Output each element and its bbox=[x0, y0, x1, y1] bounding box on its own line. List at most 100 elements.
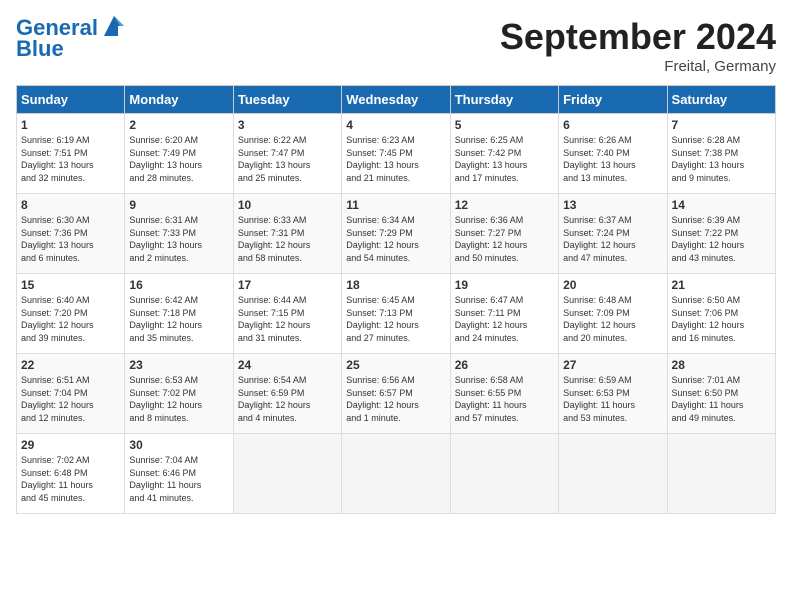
calendar-cell: 18 Sunrise: 6:45 AM Sunset: 7:13 PM Dayli… bbox=[342, 274, 450, 354]
calendar-cell: 27 Sunrise: 6:59 AM Sunset: 6:53 PM Dayli… bbox=[559, 354, 667, 434]
calendar-cell: 11 Sunrise: 6:34 AM Sunset: 7:29 PM Dayli… bbox=[342, 194, 450, 274]
day-number: 19 bbox=[455, 278, 554, 292]
day-info: Sunrise: 6:26 AM Sunset: 7:40 PM Dayligh… bbox=[563, 134, 662, 184]
day-info: Sunrise: 6:40 AM Sunset: 7:20 PM Dayligh… bbox=[21, 294, 120, 344]
calendar-cell: 30 Sunrise: 7:04 AM Sunset: 6:46 PM Dayli… bbox=[125, 434, 233, 514]
calendar-week-4: 22 Sunrise: 6:51 AM Sunset: 7:04 PM Dayli… bbox=[17, 354, 776, 434]
day-number: 10 bbox=[238, 198, 337, 212]
calendar-cell: 19 Sunrise: 6:47 AM Sunset: 7:11 PM Dayli… bbox=[450, 274, 558, 354]
calendar-week-2: 8 Sunrise: 6:30 AM Sunset: 7:36 PM Daylig… bbox=[17, 194, 776, 274]
day-number: 26 bbox=[455, 358, 554, 372]
calendar-cell: 21 Sunrise: 6:50 AM Sunset: 7:06 PM Dayli… bbox=[667, 274, 775, 354]
day-number: 23 bbox=[129, 358, 228, 372]
day-info: Sunrise: 6:51 AM Sunset: 7:04 PM Dayligh… bbox=[21, 374, 120, 424]
day-info: Sunrise: 6:45 AM Sunset: 7:13 PM Dayligh… bbox=[346, 294, 445, 344]
calendar-week-1: 1 Sunrise: 6:19 AM Sunset: 7:51 PM Daylig… bbox=[17, 114, 776, 194]
day-number: 9 bbox=[129, 198, 228, 212]
calendar-cell: 1 Sunrise: 6:19 AM Sunset: 7:51 PM Daylig… bbox=[17, 114, 125, 194]
day-info: Sunrise: 6:33 AM Sunset: 7:31 PM Dayligh… bbox=[238, 214, 337, 264]
col-header-sunday: Sunday bbox=[17, 86, 125, 114]
location-subtitle: Freital, Germany bbox=[500, 58, 776, 75]
calendar-cell: 20 Sunrise: 6:48 AM Sunset: 7:09 PM Dayli… bbox=[559, 274, 667, 354]
calendar-cell: 12 Sunrise: 6:36 AM Sunset: 7:27 PM Dayli… bbox=[450, 194, 558, 274]
calendar-cell: 25 Sunrise: 6:56 AM Sunset: 6:57 PM Dayli… bbox=[342, 354, 450, 434]
calendar-cell bbox=[667, 434, 775, 514]
title-block: September 2024 Freital, Germany bbox=[500, 16, 776, 75]
day-number: 2 bbox=[129, 118, 228, 132]
calendar-cell: 15 Sunrise: 6:40 AM Sunset: 7:20 PM Dayli… bbox=[17, 274, 125, 354]
day-info: Sunrise: 6:39 AM Sunset: 7:22 PM Dayligh… bbox=[672, 214, 771, 264]
day-number: 22 bbox=[21, 358, 120, 372]
day-number: 11 bbox=[346, 198, 445, 212]
calendar-cell: 24 Sunrise: 6:54 AM Sunset: 6:59 PM Dayli… bbox=[233, 354, 341, 434]
col-header-saturday: Saturday bbox=[667, 86, 775, 114]
day-info: Sunrise: 6:28 AM Sunset: 7:38 PM Dayligh… bbox=[672, 134, 771, 184]
day-info: Sunrise: 6:34 AM Sunset: 7:29 PM Dayligh… bbox=[346, 214, 445, 264]
day-info: Sunrise: 7:04 AM Sunset: 6:46 PM Dayligh… bbox=[129, 454, 228, 504]
col-header-friday: Friday bbox=[559, 86, 667, 114]
calendar-week-5: 29Sunrise: 7:02 AM Sunset: 6:48 PM Dayli… bbox=[17, 434, 776, 514]
day-info: Sunrise: 6:30 AM Sunset: 7:36 PM Dayligh… bbox=[21, 214, 120, 264]
calendar-header-row: SundayMondayTuesdayWednesdayThursdayFrid… bbox=[17, 86, 776, 114]
day-number: 27 bbox=[563, 358, 662, 372]
day-number: 12 bbox=[455, 198, 554, 212]
calendar-cell: 9Sunrise: 6:31 AM Sunset: 7:33 PM Daylig… bbox=[125, 194, 233, 274]
logo-icon bbox=[100, 12, 128, 40]
day-info: Sunrise: 6:23 AM Sunset: 7:45 PM Dayligh… bbox=[346, 134, 445, 184]
calendar-cell bbox=[233, 434, 341, 514]
day-info: Sunrise: 6:47 AM Sunset: 7:11 PM Dayligh… bbox=[455, 294, 554, 344]
day-number: 14 bbox=[672, 198, 771, 212]
col-header-wednesday: Wednesday bbox=[342, 86, 450, 114]
calendar-cell: 7 Sunrise: 6:28 AM Sunset: 7:38 PM Daylig… bbox=[667, 114, 775, 194]
calendar-cell: 14 Sunrise: 6:39 AM Sunset: 7:22 PM Dayli… bbox=[667, 194, 775, 274]
day-info: Sunrise: 6:22 AM Sunset: 7:47 PM Dayligh… bbox=[238, 134, 337, 184]
day-number: 18 bbox=[346, 278, 445, 292]
day-info: Sunrise: 6:54 AM Sunset: 6:59 PM Dayligh… bbox=[238, 374, 337, 424]
day-number: 25 bbox=[346, 358, 445, 372]
calendar-cell: 28Sunrise: 7:01 AM Sunset: 6:50 PM Dayli… bbox=[667, 354, 775, 434]
day-number: 3 bbox=[238, 118, 337, 132]
calendar-cell: 22 Sunrise: 6:51 AM Sunset: 7:04 PM Dayli… bbox=[17, 354, 125, 434]
day-info: Sunrise: 6:59 AM Sunset: 6:53 PM Dayligh… bbox=[563, 374, 662, 424]
calendar-cell: 17Sunrise: 6:44 AM Sunset: 7:15 PM Dayli… bbox=[233, 274, 341, 354]
col-header-tuesday: Tuesday bbox=[233, 86, 341, 114]
calendar-cell: 29Sunrise: 7:02 AM Sunset: 6:48 PM Dayli… bbox=[17, 434, 125, 514]
day-info: Sunrise: 6:48 AM Sunset: 7:09 PM Dayligh… bbox=[563, 294, 662, 344]
day-number: 24 bbox=[238, 358, 337, 372]
calendar-cell: 3 Sunrise: 6:22 AM Sunset: 7:47 PM Daylig… bbox=[233, 114, 341, 194]
day-info: Sunrise: 6:19 AM Sunset: 7:51 PM Dayligh… bbox=[21, 134, 120, 184]
day-number: 5 bbox=[455, 118, 554, 132]
day-number: 16 bbox=[129, 278, 228, 292]
calendar-cell: 4 Sunrise: 6:23 AM Sunset: 7:45 PM Daylig… bbox=[342, 114, 450, 194]
day-number: 30 bbox=[129, 438, 228, 452]
day-number: 29 bbox=[21, 438, 120, 452]
col-header-monday: Monday bbox=[125, 86, 233, 114]
day-number: 6 bbox=[563, 118, 662, 132]
day-number: 13 bbox=[563, 198, 662, 212]
day-info: Sunrise: 6:36 AM Sunset: 7:27 PM Dayligh… bbox=[455, 214, 554, 264]
col-header-thursday: Thursday bbox=[450, 86, 558, 114]
day-number: 7 bbox=[672, 118, 771, 132]
day-info: Sunrise: 6:25 AM Sunset: 7:42 PM Dayligh… bbox=[455, 134, 554, 184]
calendar-cell bbox=[559, 434, 667, 514]
day-number: 4 bbox=[346, 118, 445, 132]
calendar-cell bbox=[450, 434, 558, 514]
calendar-body: 1 Sunrise: 6:19 AM Sunset: 7:51 PM Daylig… bbox=[17, 114, 776, 514]
day-number: 8 bbox=[21, 198, 120, 212]
day-number: 21 bbox=[672, 278, 771, 292]
calendar-cell bbox=[342, 434, 450, 514]
day-info: Sunrise: 6:58 AM Sunset: 6:55 PM Dayligh… bbox=[455, 374, 554, 424]
calendar-cell: 13Sunrise: 6:37 AM Sunset: 7:24 PM Dayli… bbox=[559, 194, 667, 274]
calendar-cell: 8 Sunrise: 6:30 AM Sunset: 7:36 PM Daylig… bbox=[17, 194, 125, 274]
header: General Blue September 2024 Freital, Ger… bbox=[16, 16, 776, 75]
calendar-cell: 5 Sunrise: 6:25 AM Sunset: 7:42 PM Daylig… bbox=[450, 114, 558, 194]
calendar-cell: 26 Sunrise: 6:58 AM Sunset: 6:55 PM Dayli… bbox=[450, 354, 558, 434]
day-number: 17 bbox=[238, 278, 337, 292]
day-number: 15 bbox=[21, 278, 120, 292]
day-info: Sunrise: 6:56 AM Sunset: 6:57 PM Dayligh… bbox=[346, 374, 445, 424]
day-number: 20 bbox=[563, 278, 662, 292]
calendar-week-3: 15 Sunrise: 6:40 AM Sunset: 7:20 PM Dayli… bbox=[17, 274, 776, 354]
day-info: Sunrise: 6:50 AM Sunset: 7:06 PM Dayligh… bbox=[672, 294, 771, 344]
day-number: 1 bbox=[21, 118, 120, 132]
calendar-cell: 2Sunrise: 6:20 AM Sunset: 7:49 PM Daylig… bbox=[125, 114, 233, 194]
